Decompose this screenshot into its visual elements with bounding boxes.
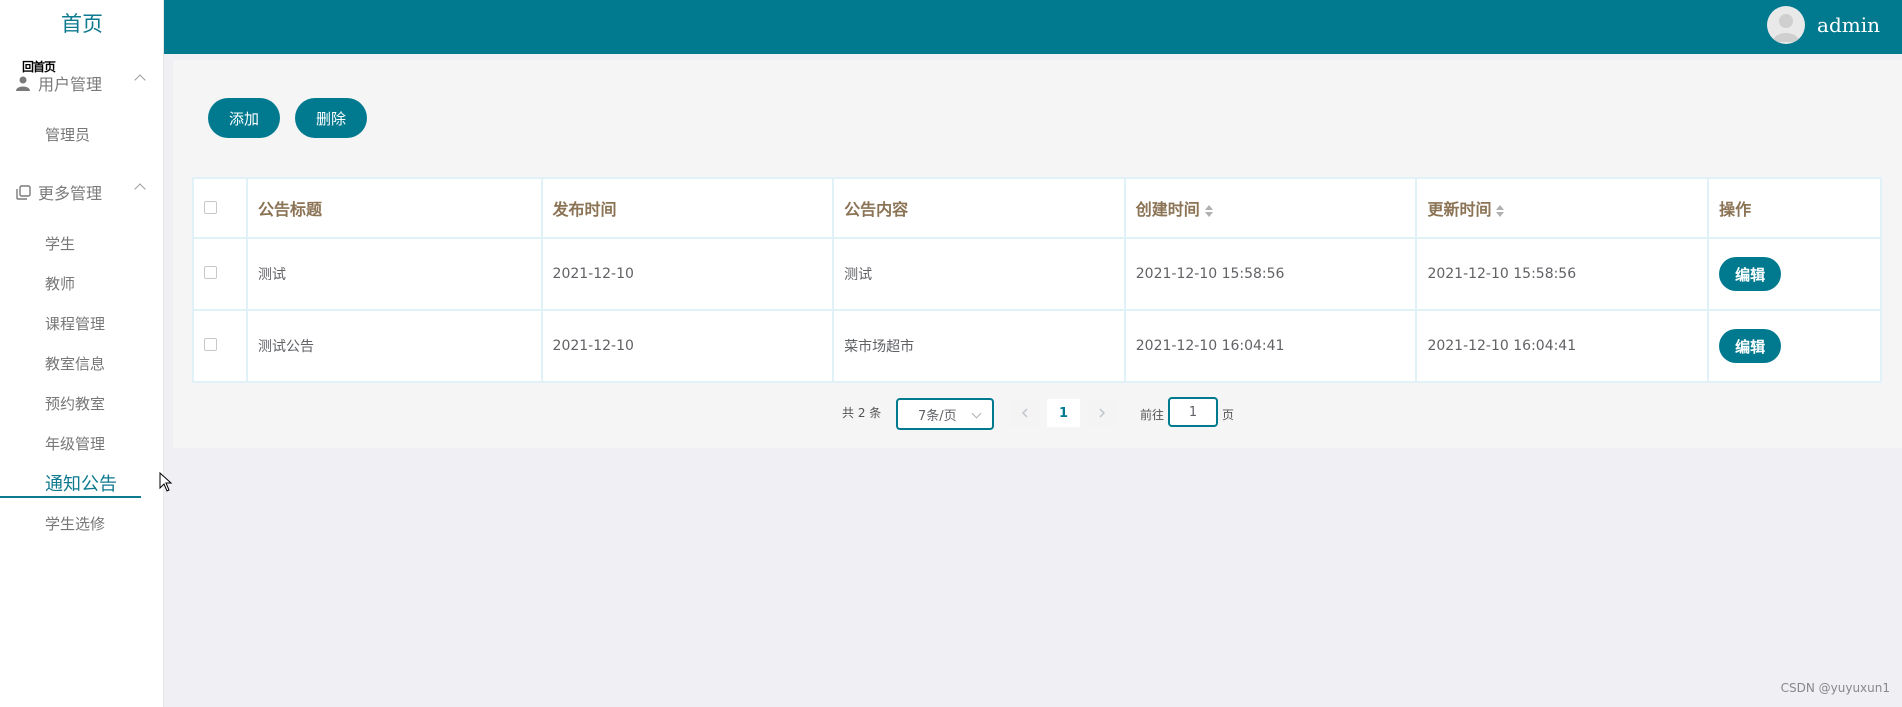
row-select-cell bbox=[192, 237, 248, 311]
cell-created: 2021-12-10 15:58:56 bbox=[1123, 237, 1418, 311]
add-button[interactable]: 添加 bbox=[208, 98, 280, 138]
cell-content: 测试 bbox=[832, 237, 1126, 311]
column-header-title: 公告标题 bbox=[245, 177, 543, 239]
sidebar-item-teacher[interactable]: 教师 bbox=[45, 273, 75, 294]
row-checkbox[interactable] bbox=[204, 337, 217, 351]
top-header: admin bbox=[164, 0, 1902, 54]
next-page-button[interactable] bbox=[1087, 399, 1117, 427]
cell-created: 2021-12-10 16:04:41 bbox=[1123, 309, 1418, 383]
cell-action: 编辑 bbox=[1707, 237, 1882, 311]
cell-action: 编辑 bbox=[1707, 309, 1882, 383]
pagination-total: 共 2 条 bbox=[842, 406, 882, 420]
sort-icon[interactable] bbox=[1204, 204, 1213, 217]
sidebar-home-link[interactable]: 首页 bbox=[0, 8, 164, 38]
cell-content: 菜市场超市 bbox=[832, 309, 1126, 383]
page-size-select[interactable]: 7条/页 bbox=[896, 398, 994, 430]
column-header-label: 更新时间 bbox=[1427, 200, 1492, 219]
sort-icon[interactable] bbox=[1496, 204, 1505, 217]
chevron-down-icon bbox=[971, 408, 982, 419]
cell-publish: 2021-12-10 bbox=[540, 309, 835, 383]
sidebar-item-elective[interactable]: 学生选修 bbox=[45, 513, 105, 534]
cell-updated: 2021-12-10 15:58:56 bbox=[1415, 237, 1710, 311]
avatar-icon[interactable] bbox=[1767, 6, 1805, 44]
sidebar: 首页 回首页 用户管理 管理员 更多管理 学生 教师 课程管理 教室信息 预约教… bbox=[0, 0, 164, 707]
delete-button[interactable]: 删除 bbox=[295, 98, 367, 138]
chevron-up-icon bbox=[134, 183, 146, 195]
prev-page-button[interactable] bbox=[1010, 399, 1040, 427]
row-checkbox[interactable] bbox=[204, 265, 217, 279]
goto-label: 前往 bbox=[1140, 408, 1165, 422]
column-header-label: 创建时间 bbox=[1135, 200, 1200, 219]
sidebar-item-student[interactable]: 学生 bbox=[45, 233, 75, 254]
cell-title: 测试公告 bbox=[245, 309, 543, 383]
username[interactable]: admin bbox=[1817, 13, 1880, 37]
sidebar-item-notice[interactable]: 通知公告 bbox=[45, 470, 117, 496]
cell-publish: 2021-12-10 bbox=[540, 237, 835, 311]
sidebar-item-course[interactable]: 课程管理 bbox=[45, 313, 105, 334]
column-header-updated[interactable]: 更新时间 bbox=[1415, 177, 1710, 239]
sidebar-item-grade[interactable]: 年级管理 bbox=[45, 433, 105, 454]
column-header-content: 公告内容 bbox=[832, 177, 1126, 239]
page-number-current[interactable]: 1 bbox=[1047, 399, 1080, 427]
column-header-publish: 发布时间 bbox=[540, 177, 835, 239]
table-header-row: 公告标题 发布时间 公告内容 创建时间 更新时间 操作 bbox=[192, 177, 1882, 239]
goto-page-input[interactable] bbox=[1168, 397, 1218, 427]
column-header-action: 操作 bbox=[1707, 177, 1882, 239]
mouse-cursor-icon bbox=[159, 472, 173, 492]
sidebar-item-booking[interactable]: 预约教室 bbox=[45, 393, 105, 414]
watermark: CSDN @yuyuxun1 bbox=[1780, 681, 1890, 695]
sidebar-item-classroom[interactable]: 教室信息 bbox=[45, 353, 105, 374]
page-size-value: 7条/页 bbox=[918, 408, 957, 424]
cell-updated: 2021-12-10 16:04:41 bbox=[1415, 309, 1710, 383]
user-icon bbox=[14, 74, 32, 92]
sidebar-group-more[interactable]: 更多管理 bbox=[14, 177, 154, 207]
table-row: 测试公告 2021-12-10 菜市场超市 2021-12-10 16:04:4… bbox=[192, 309, 1882, 383]
column-header-created[interactable]: 创建时间 bbox=[1123, 177, 1418, 239]
row-select-cell bbox=[192, 309, 248, 383]
edit-button[interactable]: 编辑 bbox=[1719, 329, 1782, 363]
select-all-cell bbox=[192, 177, 248, 239]
sidebar-group-user[interactable]: 用户管理 bbox=[14, 68, 154, 98]
edit-button[interactable]: 编辑 bbox=[1719, 257, 1782, 291]
chevron-up-icon bbox=[134, 74, 146, 86]
cell-title: 测试 bbox=[245, 237, 543, 311]
page-suffix-label: 页 bbox=[1222, 408, 1235, 422]
chevron-left-icon bbox=[1021, 408, 1028, 418]
copy-icon bbox=[14, 183, 32, 201]
table-row: 测试 2021-12-10 测试 2021-12-10 15:58:56 202… bbox=[192, 237, 1882, 311]
notice-table: 公告标题 发布时间 公告内容 创建时间 更新时间 操作 测试 2021-12-1… bbox=[192, 177, 1882, 383]
sidebar-group-label: 更多管理 bbox=[38, 184, 103, 203]
select-all-checkbox[interactable] bbox=[204, 200, 217, 214]
active-indicator bbox=[0, 496, 141, 498]
sidebar-item-admin[interactable]: 管理员 bbox=[45, 124, 90, 145]
sidebar-group-label: 用户管理 bbox=[38, 75, 103, 94]
chevron-right-icon bbox=[1099, 408, 1106, 418]
